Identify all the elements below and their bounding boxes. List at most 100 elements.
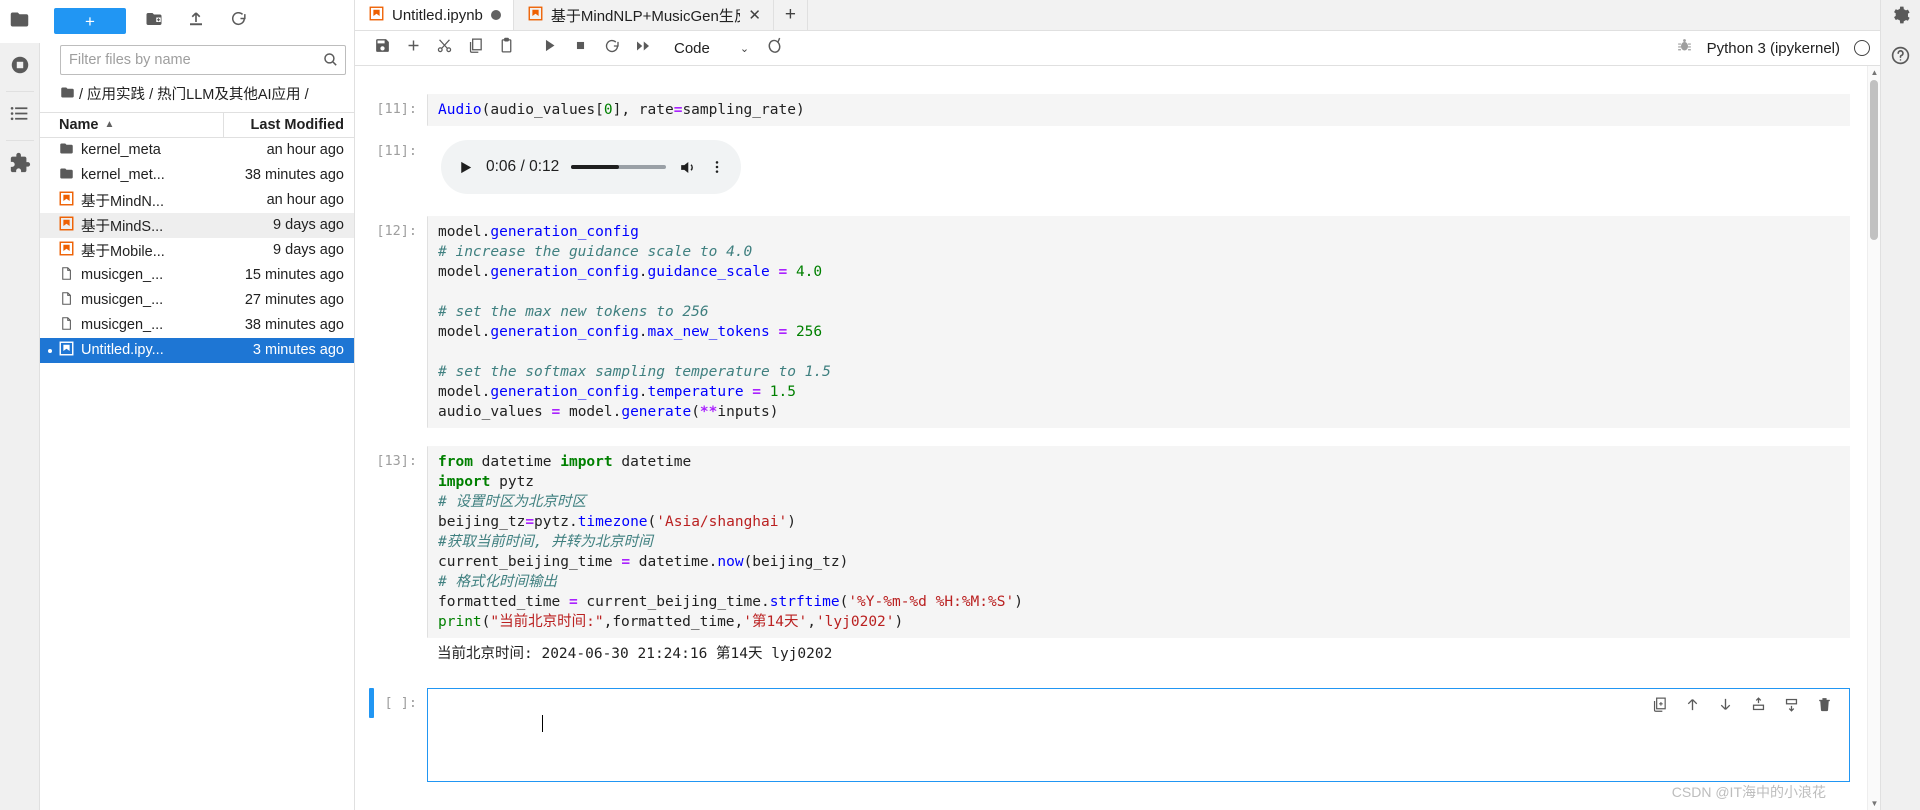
- settings-button[interactable]: [1881, 0, 1920, 34]
- new-tab-button[interactable]: +: [773, 0, 808, 30]
- file-list-item[interactable]: kernel_meta an hour ago: [40, 138, 354, 163]
- audio-more-options-icon[interactable]: [709, 159, 725, 175]
- file-name-label: 基于MindN...: [81, 193, 164, 210]
- insert-cell-button[interactable]: [398, 35, 429, 62]
- clipboard-icon: [498, 37, 515, 59]
- file-name-cell: kernel_met...: [40, 166, 224, 185]
- audio-player[interactable]: 0:06 / 0:12: [441, 140, 741, 194]
- tab-untitled-ipynb[interactable]: Untitled.ipynb: [355, 0, 514, 30]
- notebook-cell-empty-active[interactable]: [ ]:: [355, 688, 1880, 782]
- file-modified-cell: an hour ago: [266, 142, 344, 159]
- save-button[interactable]: [367, 35, 398, 62]
- file-modified-cell: 27 minutes ago: [244, 292, 344, 309]
- breadcrumb[interactable]: / 应用实践 / 热门LLM及其他AI应用 /: [40, 83, 354, 112]
- interrupt-kernel-button[interactable]: [565, 35, 596, 62]
- help-button[interactable]: [1881, 34, 1920, 82]
- help-icon: [1890, 45, 1911, 71]
- running-terminals-icon: [9, 54, 31, 81]
- file-name-label: kernel_meta: [81, 142, 161, 159]
- cell-type-select[interactable]: Code ⌄: [674, 40, 749, 57]
- cell-input-area[interactable]: Audio(audio_values[0], rate=sampling_rat…: [427, 94, 1850, 126]
- file-list-item[interactable]: 基于MindS... 9 days ago: [40, 212, 354, 238]
- move-cell-down-icon[interactable]: [1717, 696, 1734, 713]
- cell-input-area[interactable]: model.generation_config # increase the g…: [427, 216, 1850, 428]
- sidebar-item-file-browser[interactable]: [0, 0, 40, 43]
- column-header-last-modified[interactable]: Last Modified: [224, 117, 354, 133]
- folder-icon: [59, 166, 74, 185]
- close-icon[interactable]: ✕: [748, 8, 761, 23]
- notebook-scrollbar[interactable]: ▲ ▼: [1867, 66, 1880, 810]
- activity-bar: [0, 0, 40, 810]
- column-header-name[interactable]: Name ▲: [40, 117, 223, 133]
- debugger-icon[interactable]: [1676, 37, 1693, 59]
- table-of-contents-icon: [9, 103, 30, 129]
- file-modified-cell: 9 days ago: [273, 217, 344, 234]
- stop-icon: [572, 37, 589, 59]
- breadcrumb-path[interactable]: / 应用实践 / 热门LLM及其他AI应用 /: [79, 85, 309, 106]
- insert-cell-below-icon[interactable]: [1783, 696, 1800, 713]
- paste-cells-button[interactable]: [491, 35, 522, 62]
- sidebar-item-running-terminals[interactable]: [0, 43, 40, 91]
- insert-cell-above-icon[interactable]: [1750, 696, 1767, 713]
- kernel-name-label[interactable]: Python 3 (ipykernel): [1707, 40, 1840, 57]
- cell-output-prompt: [355, 640, 427, 647]
- cell-prompt: [ ]:: [384, 695, 417, 711]
- puzzle-piece-icon: [9, 152, 31, 179]
- notebook-icon: [369, 6, 384, 25]
- notebook-cell-11[interactable]: [11]: Audio(audio_values[0], rate=sampli…: [355, 94, 1880, 126]
- refresh-file-list-button[interactable]: [224, 8, 252, 34]
- notebook-icon: [59, 241, 74, 260]
- audio-progress-bar[interactable]: [571, 165, 666, 169]
- file-modified-cell: 15 minutes ago: [244, 267, 344, 284]
- file-list-item[interactable]: musicgen_... 15 minutes ago: [40, 263, 354, 288]
- unsaved-indicator-dot: [48, 348, 52, 353]
- tab-dirty-indicator[interactable]: [490, 10, 501, 20]
- restart-run-all-button[interactable]: [627, 35, 658, 62]
- notebook-scroll-region: [11]: Audio(audio_values[0], rate=sampli…: [355, 66, 1880, 810]
- file-list-item[interactable]: musicgen_... 38 minutes ago: [40, 313, 354, 338]
- settings-icon: [1891, 5, 1911, 30]
- file-list-item[interactable]: kernel_met... 38 minutes ago: [40, 163, 354, 188]
- notebook-cell-13[interactable]: [13]: from datetime import datetime impo…: [355, 446, 1880, 638]
- breadcrumb-home-icon[interactable]: [60, 85, 75, 100]
- filter-files-input[interactable]: [60, 45, 346, 75]
- git-icon: [765, 36, 784, 60]
- git-button[interactable]: [759, 35, 790, 62]
- move-cell-up-icon[interactable]: [1684, 696, 1701, 713]
- file-name-cell: 基于MindN...: [40, 190, 224, 211]
- new-launcher-button[interactable]: +: [54, 8, 126, 34]
- sidebar-item-table-of-contents[interactable]: [0, 92, 40, 140]
- sort-ascending-icon: ▲: [104, 119, 115, 131]
- file-list-item[interactable]: 基于MindN... an hour ago: [40, 188, 354, 213]
- duplicate-cell-icon[interactable]: [1651, 696, 1668, 713]
- file-list-item[interactable]: musicgen_... 27 minutes ago: [40, 288, 354, 313]
- audio-volume-icon[interactable]: [678, 158, 697, 177]
- restart-kernel-button[interactable]: [596, 35, 627, 62]
- upload-files-button[interactable]: [182, 8, 210, 34]
- kernel-status-indicator[interactable]: [1854, 40, 1870, 56]
- audio-play-icon[interactable]: [457, 159, 474, 176]
- file-name-label: 基于Mobile...: [81, 243, 165, 260]
- delete-cell-icon[interactable]: [1816, 696, 1833, 713]
- cut-cells-button[interactable]: [429, 35, 460, 62]
- cell-prompt: [13]:: [376, 453, 417, 469]
- fast-forward-icon: [634, 37, 652, 60]
- tab-mindnlp-musicgen[interactable]: 基于MindNLP+MusicGen生反 ✕: [513, 0, 774, 30]
- scrollbar-thumb[interactable]: [1870, 80, 1878, 240]
- file-browser-toolbar: +: [40, 0, 354, 43]
- scroll-up-arrow-icon[interactable]: ▲: [1868, 66, 1880, 79]
- file-list-header: Name ▲ Last Modified: [40, 111, 354, 138]
- file-name-cell: kernel_meta: [40, 141, 224, 160]
- new-folder-button[interactable]: [140, 8, 168, 34]
- copy-cells-button[interactable]: [460, 35, 491, 62]
- cell-input-area[interactable]: from datetime import datetime import pyt…: [427, 446, 1850, 638]
- cell-input-area[interactable]: [427, 688, 1850, 782]
- file-list-item[interactable]: Untitled.ipy... 3 minutes ago: [40, 337, 354, 363]
- scroll-down-arrow-icon[interactable]: ▼: [1868, 797, 1880, 810]
- sidebar-item-extension-manager[interactable]: [0, 141, 40, 189]
- file-list-item[interactable]: 基于Mobile... 9 days ago: [40, 238, 354, 263]
- file-name-label: 基于MindS...: [81, 218, 164, 235]
- run-cell-button[interactable]: [534, 35, 565, 62]
- file-name-cell: Untitled.ipy...: [40, 341, 224, 360]
- notebook-cell-12[interactable]: [12]: model.generation_config # increase…: [355, 216, 1880, 428]
